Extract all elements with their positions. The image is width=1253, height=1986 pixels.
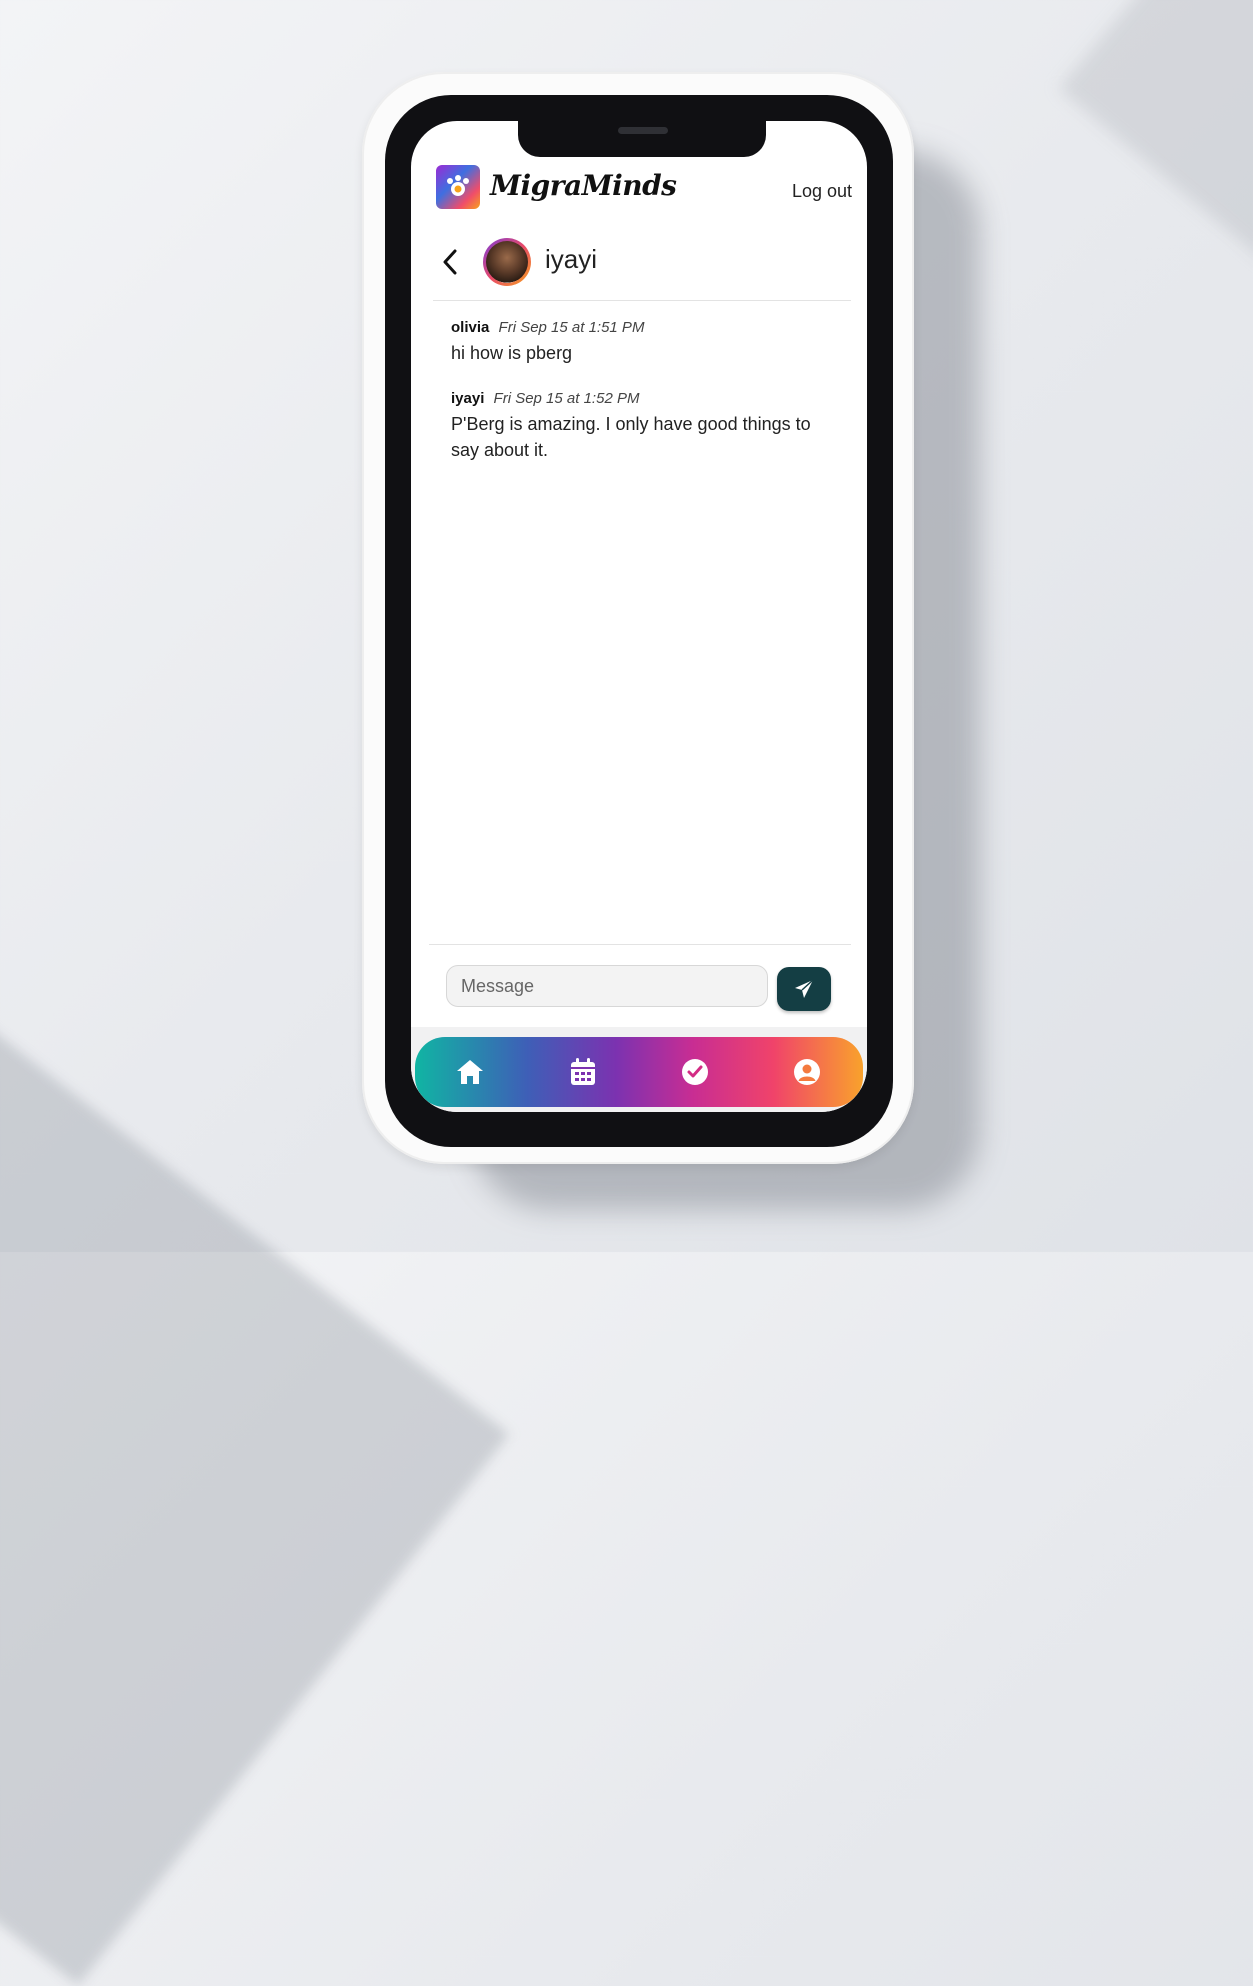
- home-icon: [457, 1060, 483, 1084]
- message-timestamp: Fri Sep 15 at 1:52 PM: [493, 390, 640, 407]
- app-brand-name: MigraMinds: [490, 169, 677, 202]
- composer-divider: [429, 944, 851, 945]
- app-logo-icon[interactable]: [436, 165, 480, 209]
- message-item: iyayi Fri Sep 15 at 1:52 PM P'Berg is am…: [451, 390, 831, 463]
- send-button[interactable]: [777, 967, 831, 1011]
- message-author: olivia: [451, 319, 490, 336]
- back-button[interactable]: [439, 248, 463, 276]
- phone-screen: MigraMinds Log out iyayi olivia Fri Sep …: [411, 121, 867, 1112]
- bottom-nav: [415, 1037, 863, 1107]
- contact-name: iyayi: [545, 244, 598, 274]
- check-circle-icon: [682, 1059, 708, 1085]
- message-list: olivia Fri Sep 15 at 1:51 PM hi how is p…: [451, 319, 831, 487]
- message-text: P'Berg is amazing. I only have good thin…: [451, 414, 811, 460]
- nav-profile[interactable]: [788, 1053, 826, 1091]
- phone-notch: [518, 121, 766, 157]
- user-circle-icon: [794, 1059, 820, 1085]
- app-header: MigraMinds Log out: [436, 165, 852, 211]
- paper-plane-icon: [795, 979, 814, 998]
- message-text: hi how is pberg: [451, 343, 573, 363]
- background-shadow-corner: [1058, 0, 1253, 282]
- message-author: iyayi: [451, 390, 485, 407]
- message-meta: olivia Fri Sep 15 at 1:51 PM: [451, 319, 831, 336]
- contact-avatar[interactable]: [483, 238, 531, 286]
- calendar-icon: [571, 1058, 595, 1085]
- nav-home[interactable]: [451, 1053, 489, 1091]
- chevron-left-icon: [443, 249, 457, 275]
- nav-tasks[interactable]: [676, 1053, 714, 1091]
- speaker-grille: [618, 127, 668, 134]
- message-timestamp: Fri Sep 15 at 1:51 PM: [498, 319, 645, 336]
- logout-link[interactable]: Log out: [792, 181, 852, 202]
- message-meta: iyayi Fri Sep 15 at 1:52 PM: [451, 390, 831, 407]
- chat-header: iyayi: [433, 234, 851, 301]
- message-item: olivia Fri Sep 15 at 1:51 PM hi how is p…: [451, 319, 831, 366]
- message-input[interactable]: [446, 965, 768, 1007]
- avatar-image: [486, 241, 528, 283]
- nav-calendar[interactable]: [564, 1053, 602, 1091]
